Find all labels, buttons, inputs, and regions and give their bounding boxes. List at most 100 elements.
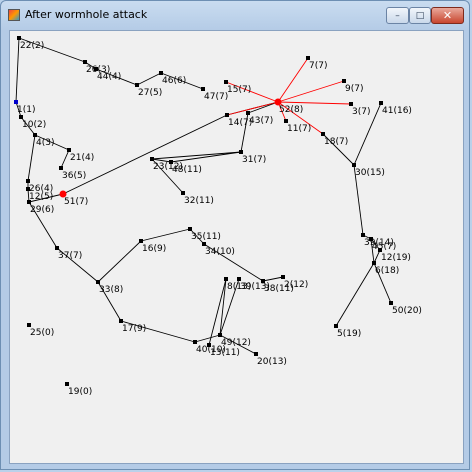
node-n31 bbox=[239, 150, 243, 154]
close-button[interactable]: ✕ bbox=[431, 7, 464, 24]
node-label-n9: 9(7) bbox=[345, 84, 363, 94]
node-n29 bbox=[27, 200, 31, 204]
node-n11 bbox=[284, 119, 288, 123]
node-label-n13: 13(11) bbox=[210, 348, 240, 358]
node-n13 bbox=[207, 343, 211, 347]
node-n5 bbox=[334, 324, 338, 328]
node-label-n21: 21(4) bbox=[70, 153, 94, 163]
node-label-n27: 27(5) bbox=[138, 88, 162, 98]
node-n32 bbox=[181, 191, 185, 195]
attack-edge-n52-n7 bbox=[277, 57, 309, 103]
node-n49 bbox=[218, 333, 222, 337]
node-n23 bbox=[150, 157, 154, 161]
node-label-n12b: 12(5) bbox=[29, 192, 53, 202]
node-label-n35: 35(11) bbox=[191, 232, 221, 242]
node-n39b bbox=[237, 277, 241, 281]
node-label-n44: 44(4) bbox=[97, 72, 121, 82]
node-label-n52: 52(8) bbox=[279, 105, 303, 115]
node-n10 bbox=[19, 115, 23, 119]
java-app-icon bbox=[8, 9, 20, 21]
node-label-n30: 30(15) bbox=[355, 168, 385, 178]
node-label-n17: 17(9) bbox=[122, 324, 146, 334]
node-label-n20: 20(13) bbox=[257, 357, 287, 367]
node-n43 bbox=[246, 111, 250, 115]
maximize-button[interactable]: □ bbox=[409, 7, 431, 24]
node-label-n5: 5(19) bbox=[337, 329, 361, 339]
node-n12 bbox=[378, 248, 382, 252]
node-label-n38: 38(11) bbox=[264, 284, 294, 294]
node-n1 bbox=[14, 100, 18, 104]
node-n26b bbox=[26, 179, 30, 183]
node-label-n15: 15(7) bbox=[227, 85, 251, 95]
edge-n40-n49 bbox=[194, 334, 221, 343]
edge-n21-n36 bbox=[60, 149, 70, 169]
node-label-n19: 19(0) bbox=[68, 387, 92, 397]
edge-n4-n26b bbox=[27, 134, 36, 182]
node-n16 bbox=[139, 239, 143, 243]
node-label-n16: 16(9) bbox=[142, 244, 166, 254]
node-label-n10: 10(2) bbox=[22, 120, 46, 130]
node-n12b bbox=[26, 187, 30, 191]
node-n8 bbox=[224, 277, 228, 281]
node-n17 bbox=[119, 319, 123, 323]
node-n25 bbox=[27, 323, 31, 327]
window-title: After wormhole attack bbox=[25, 8, 148, 21]
node-n34 bbox=[202, 242, 206, 246]
node-n39 bbox=[361, 233, 365, 237]
node-n37 bbox=[55, 246, 59, 250]
attack-edge-n52-n9 bbox=[277, 80, 345, 103]
node-label-n37: 37(7) bbox=[58, 251, 82, 261]
minimize-button[interactable]: – bbox=[386, 7, 409, 24]
node-label-n32: 32(11) bbox=[184, 196, 214, 206]
network-canvas: 22(2) 26(3) 44(4) 27(5) 46(6) 47(7) 15(7) 7(7) 9… bbox=[9, 30, 464, 464]
edge-n8-n13 bbox=[208, 278, 227, 346]
node-label-n29: 29(6) bbox=[30, 205, 54, 215]
node-n2 bbox=[281, 275, 285, 279]
node-label-n4: 4(3) bbox=[36, 138, 54, 148]
node-n40 bbox=[193, 340, 197, 344]
app-window: After wormhole attack – □ ✕ 22(2) 26(3) 44… bbox=[0, 0, 470, 470]
node-label-n6: 6(18) bbox=[375, 266, 399, 276]
node-label-n18: 18(7) bbox=[324, 137, 348, 147]
attack-edge-n52-n14 bbox=[226, 101, 279, 116]
node-n38 bbox=[261, 279, 265, 283]
node-n19 bbox=[65, 382, 69, 386]
node-n44 bbox=[94, 67, 98, 71]
node-n26 bbox=[83, 60, 87, 64]
edge-n43-n52 bbox=[247, 101, 279, 114]
node-n9 bbox=[342, 79, 346, 83]
node-n15 bbox=[224, 80, 228, 84]
node-label-n50: 50(20) bbox=[392, 306, 422, 316]
node-n41 bbox=[379, 101, 383, 105]
node-n48 bbox=[169, 160, 173, 164]
node-n45 bbox=[369, 237, 373, 241]
node-label-n33: 33(8) bbox=[99, 285, 123, 295]
edge-n38-n2 bbox=[262, 276, 284, 282]
edge-n33-n16 bbox=[97, 240, 142, 283]
node-n33 bbox=[96, 280, 100, 284]
node-label-n1: 1(1) bbox=[17, 105, 35, 115]
node-label-n46: 46(6) bbox=[162, 76, 186, 86]
node-label-n45: 45(7) bbox=[372, 242, 396, 252]
node-n20 bbox=[254, 352, 258, 356]
node-n14 bbox=[225, 113, 229, 117]
title-bar[interactable]: After wormhole attack – □ ✕ bbox=[1, 1, 469, 29]
node-n18 bbox=[321, 132, 325, 136]
node-n36 bbox=[59, 166, 63, 170]
node-label-n48: 48(11) bbox=[172, 165, 202, 175]
node-label-n7: 7(7) bbox=[309, 61, 327, 71]
node-n6 bbox=[372, 261, 376, 265]
node-n46 bbox=[159, 71, 163, 75]
node-n47 bbox=[201, 87, 205, 91]
node-n50 bbox=[389, 301, 393, 305]
node-label-n11: 11(7) bbox=[287, 124, 311, 134]
node-n35 bbox=[188, 227, 192, 231]
node-n21 bbox=[67, 148, 71, 152]
node-label-n22: 22(2) bbox=[20, 41, 44, 51]
node-n30 bbox=[352, 163, 356, 167]
edge-n22-n1 bbox=[15, 37, 20, 103]
node-label-n36: 36(5) bbox=[62, 171, 86, 181]
edge-n27-n46 bbox=[136, 72, 162, 86]
node-label-n47: 47(7) bbox=[204, 92, 228, 102]
node-label-n34: 34(10) bbox=[205, 247, 235, 257]
